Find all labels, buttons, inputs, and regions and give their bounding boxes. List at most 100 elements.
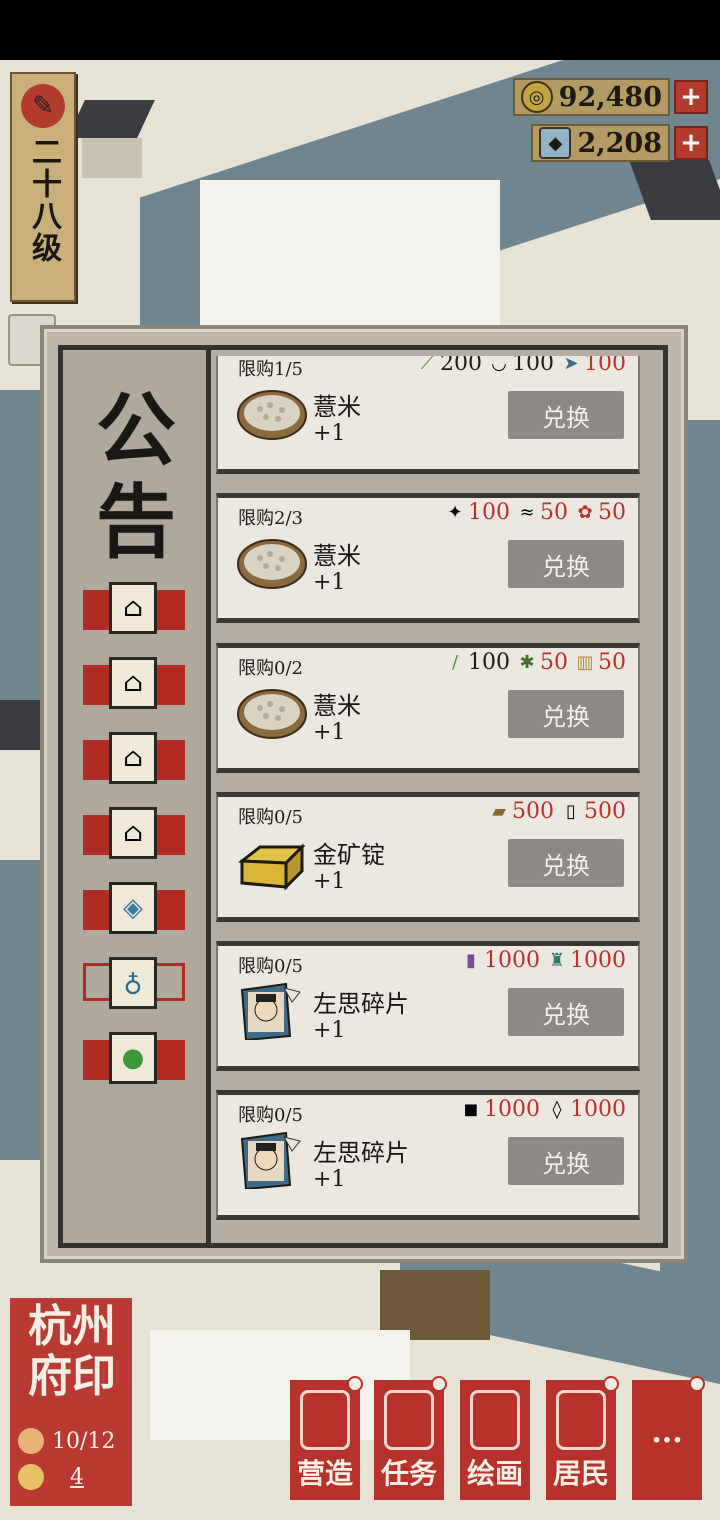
resident-icon	[18, 1428, 44, 1454]
house-icon: ⌂	[109, 657, 157, 709]
cost-list: ▮ 1000 ♜ 1000	[454, 948, 626, 973]
exchange-button[interactable]: 兑换	[508, 988, 624, 1036]
cost-value: 1000	[484, 1097, 540, 1122]
cost-value: 1000	[570, 948, 626, 973]
notification-dot	[347, 1376, 363, 1392]
purchase-limit: 限购0/5	[238, 956, 303, 977]
cloth-icon: ≈	[519, 502, 535, 523]
coin-counter: ◎ 92,480 +	[512, 78, 708, 116]
item-name: 金矿锭	[313, 841, 385, 869]
item-name: 左思碎片	[313, 990, 409, 1018]
status-bar	[0, 0, 720, 60]
cost-list: ▰ 500 ▯ 500	[482, 799, 626, 824]
level-label: 二十八级	[26, 136, 61, 264]
painting-label: 绘画	[466, 1457, 523, 1490]
cost-value: 500	[512, 799, 554, 824]
cost-value: 1000	[570, 1097, 626, 1122]
cost-value: 50	[598, 500, 626, 525]
cost-value: 50	[598, 650, 626, 675]
rice-basket-icon	[237, 539, 307, 589]
more-label: ···	[651, 1423, 683, 1458]
city-seal-title: 杭州府印	[28, 1301, 116, 1402]
population-value: 10/12	[52, 1428, 116, 1454]
tab-shop-1[interactable]: ⌂	[83, 582, 185, 634]
exchange-button[interactable]: 兑换	[508, 1137, 624, 1185]
purchase-limit: 限购0/5	[238, 807, 303, 828]
purchase-limit: 限购0/5	[238, 1105, 303, 1126]
gem-counter: ◆ 2,208 +	[531, 124, 708, 162]
cost-value: 50	[540, 500, 568, 525]
exchange-button[interactable]: 兑换	[508, 540, 624, 588]
house-icon: ⌂	[109, 732, 157, 784]
worker-icon	[18, 1464, 44, 1490]
pavilion-icon	[300, 1390, 350, 1450]
house-icon: ⌂	[109, 582, 157, 634]
painting-button[interactable]: 绘画	[460, 1380, 530, 1500]
item-name: 左思碎片	[313, 1139, 409, 1167]
exchange-button[interactable]: 兑换	[508, 391, 624, 439]
notification-dot	[689, 1376, 705, 1392]
purchase-limit: 限购1/5	[238, 359, 303, 380]
silk-icon: ✦	[447, 502, 463, 523]
residents-label: 居民	[552, 1457, 609, 1490]
purchase-limit: 限购0/2	[238, 658, 303, 679]
tab-shop-4[interactable]: ⌂	[83, 807, 185, 859]
item-name: 薏米	[313, 542, 361, 570]
residents-button[interactable]: 居民	[546, 1376, 619, 1500]
paper-icon: ▯	[566, 801, 576, 822]
portrait-fragment-icon	[240, 982, 301, 1040]
brush-icon: ✎	[21, 84, 65, 128]
wechat-icon: ●	[109, 1032, 157, 1084]
bamboo-stick-icon: /	[451, 652, 459, 673]
coin-icon: ◎	[520, 81, 553, 113]
cost-value: 100	[512, 356, 554, 376]
tab-shop-3[interactable]: ⌂	[83, 732, 185, 784]
crystal-icon: ◈	[109, 882, 157, 934]
cost-value: 500	[584, 799, 626, 824]
fish-icon: ➤	[563, 356, 579, 374]
exchange-button[interactable]: 兑换	[508, 839, 624, 887]
cost-list: ⟋ 200 ◡ 100 ➤ 100	[410, 356, 626, 376]
bowl-icon: ◡	[491, 356, 507, 374]
add-coin-button[interactable]: +	[674, 80, 708, 114]
build-label: 营造	[296, 1457, 353, 1490]
portrait-fragment-icon	[240, 1131, 301, 1189]
item-quantity: +1	[313, 869, 346, 894]
tab-shop-2[interactable]: ⌂	[83, 657, 185, 709]
item-quantity: +1	[313, 570, 346, 595]
player-level-badge[interactable]: ✎ 二十八级	[10, 72, 76, 302]
item-name: 薏米	[313, 692, 361, 720]
coin-value: 92,480	[558, 81, 662, 113]
list-item: 限购0/5 ▮ 1000 ♜ 1000 左思碎片 +1 兑换	[216, 941, 640, 1071]
ticket-icon: ▰	[492, 801, 506, 822]
tab-wechat[interactable]: ●	[83, 1032, 185, 1084]
notification-dot	[603, 1376, 619, 1392]
person-icon	[556, 1390, 606, 1450]
cost-value: 100	[468, 650, 510, 675]
worker-row: 4	[18, 1464, 102, 1490]
exchange-list[interactable]: 限购1/5 ⟋ 200 ◡ 100 ➤ 100 薏米 +1 兑换 限购2/3 ✦ 100…	[216, 356, 648, 1236]
exchange-button[interactable]: 兑换	[508, 690, 624, 738]
rice-basket-icon	[237, 390, 307, 440]
list-item: 限购2/3 ✦ 100 ≈50 ✿ 50 薏米 +1 兑换	[216, 493, 640, 623]
robe-icon: ♜	[548, 950, 566, 971]
build-button[interactable]: 营造	[290, 1376, 363, 1500]
item-quantity: +1	[313, 1018, 346, 1043]
cost-list: ✦ 100 ≈50 ✿ 50	[438, 500, 626, 525]
list-item: 限购0/5 ◼ 1000 ◊ 1000 左思碎片 +1 兑换	[216, 1090, 640, 1220]
notification-dot	[431, 1376, 447, 1392]
tasks-button[interactable]: 任务	[374, 1376, 447, 1500]
more-button[interactable]: ···	[632, 1376, 705, 1500]
tab-gourd[interactable]: ♁	[83, 957, 185, 1009]
worker-value: 4	[70, 1464, 84, 1490]
city-seal[interactable]: 杭州府印 10/12 4	[10, 1298, 132, 1506]
gourd-icon: ♁	[109, 957, 157, 1009]
panel-sidebar: 公告 ⌂ ⌂ ⌂ ⌂ ◈ ♁ ●	[63, 350, 211, 1243]
gold-ingot-icon	[237, 843, 306, 891]
item-quantity: +1	[313, 720, 346, 745]
item-name: 薏米	[313, 393, 361, 421]
add-gem-button[interactable]: +	[674, 126, 708, 160]
tasks-label: 任务	[380, 1457, 437, 1490]
cost-value: 200	[440, 356, 482, 376]
tab-crystal[interactable]: ◈	[83, 882, 185, 934]
